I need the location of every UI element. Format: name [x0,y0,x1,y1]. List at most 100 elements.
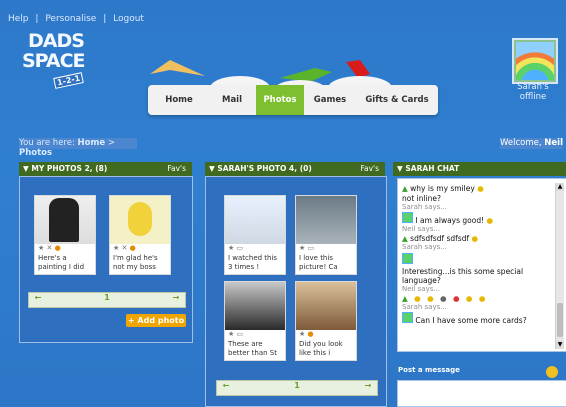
kite-orange [150,60,205,76]
photo-card[interactable]: ★ ▭ I love this picture! Ca [295,195,357,275]
brand-tag: 1-2-1 [53,72,85,89]
photo-caption: Did you look like this i [299,340,343,357]
next-page-icon[interactable]: → [361,381,375,390]
photo-image [225,282,285,330]
fav-link[interactable]: Fav's [360,162,379,176]
welcome-text: Welcome, [500,138,542,148]
comment-icon[interactable]: ● [130,244,136,252]
chevron-down-icon: ▼ [397,164,403,173]
smiley-picker-icon[interactable] [546,366,558,378]
star-icon[interactable]: ★ [228,330,234,338]
comment-icon[interactable]: ▭ [308,244,315,252]
rainbow-avatar-icon [402,312,413,323]
pirate-icon: ● [440,294,449,303]
photo-card[interactable]: ★ ▭ These are better than St [224,281,286,361]
tab-mail[interactable]: Mail [208,85,256,115]
star-icon[interactable]: ★ [299,244,305,252]
rainbow-avatar-icon [402,253,413,264]
tab-gifts-cards[interactable]: Gifts & Cards [356,85,438,115]
photo-image [110,196,170,244]
message-input[interactable] [397,380,566,407]
star-icon[interactable]: ★ [113,244,119,252]
comment-icon[interactable]: ● [308,330,314,338]
star-icon[interactable]: ★ [228,244,234,252]
chevron-down-icon: ▼ [23,164,29,173]
message-text: sdfsdfsdf sdfsdf [410,234,470,243]
photo-actions: ★ ▭ [225,330,285,338]
photo-image [296,282,356,330]
portrait [49,198,79,242]
smiley-icon: ● [414,294,423,303]
panel-title: SARAH'S PHOTO 4, (0) [217,164,312,173]
delete-icon[interactable]: ✕ [122,244,128,252]
chat-message [402,253,552,266]
chat-scrollbar[interactable]: ▲ ▼ [555,183,564,349]
star-icon[interactable]: ★ [299,330,305,338]
profile-status: offline [519,92,547,102]
personalise-link[interactable]: Personalise [45,14,96,24]
tab-games[interactable]: Games [304,85,356,115]
comment-icon[interactable]: ▭ [237,330,244,338]
photo-caption: Here's a painting I did [38,254,85,271]
photo-image [225,196,285,244]
comment-icon[interactable]: ▭ [237,244,244,252]
next-page-icon[interactable]: → [169,293,183,302]
top-links: Help | Personalise | Logout [8,14,144,24]
photo-card[interactable]: ★ ✕ ● Here's a painting I did [34,195,96,275]
breadcrumb: You are here: Home > Photos [19,138,137,158]
message-text: why is my smiley [410,184,475,193]
add-photo-label: Add photo [137,316,185,325]
wink-icon: ● [427,294,436,303]
fav-link[interactable]: Fav's [167,162,186,176]
smiley-icon: ● [477,184,484,193]
scroll-down-icon[interactable]: ▼ [556,341,564,349]
logout-link[interactable]: Logout [113,14,144,24]
chat-window[interactable]: ▲ why is my smiley ● not inline? Sarah s… [397,178,566,352]
scroll-thumb[interactable] [557,303,563,337]
brand-line1: DADS [28,30,85,52]
happy-icon: ● [478,294,488,303]
emoji-row: ▲ ● ● ● ● ● ● [402,294,552,303]
breadcrumb-home[interactable]: Home [78,138,106,148]
cool-icon: ● [465,294,475,303]
smiley-icon: ● [486,216,494,225]
dadsspace-logo[interactable]: DADS SPACE 1-2-1 [20,30,102,100]
chat-message: ▲ sdfsdfsdf sdfsdf ● [402,234,552,243]
main-navigation: Home Mail Photos Games Gifts & Cards [148,85,438,115]
photo-card[interactable]: ★ ▭ I watched this 3 times ! [224,195,286,275]
breadcrumb-current: Photos [19,148,53,158]
scroll-up-icon[interactable]: ▲ [556,183,564,191]
photo-caption: I'm glad he's not my boss [113,254,158,271]
my-photos-header: ▼ MY PHOTOS 2, (8) Fav's [19,162,192,176]
chat-message: I am always good! ● [402,212,552,225]
comment-icon[interactable]: ● [55,244,61,252]
photo-card[interactable]: ★ ✕ ● I'm glad he's not my boss [109,195,171,275]
star-icon[interactable]: ★ [38,244,44,252]
separator: | [35,14,39,24]
page-number[interactable]: 1 [29,293,185,302]
message-text: Can I have some more cards? [415,316,527,325]
cartoon-face [128,202,152,236]
angry-icon: ● [452,294,462,303]
photo-caption: These are better than St [228,340,277,357]
panel-title: MY PHOTOS 2, (8) [31,164,108,173]
profile-avatar[interactable] [512,38,558,84]
speaker-label: Neil says... [402,285,441,293]
tab-home[interactable]: Home [150,85,208,115]
photo-actions: ★ ▭ [296,244,356,252]
post-message-label: Post a message [398,366,460,374]
photo-caption: I watched this 3 times ! [228,254,278,271]
separator: | [103,14,107,24]
page-number[interactable]: 1 [217,381,377,390]
photo-actions: ★ ● [296,330,356,338]
chat-message-text: Interesting...is this some special langu… [402,267,524,285]
chat-header: ▼ SARAH CHAT [393,162,566,176]
tab-photos[interactable]: Photos [256,85,304,115]
breadcrumb-sep: > [107,138,115,148]
add-photo-button[interactable]: + Add photo [126,314,186,327]
photo-card[interactable]: ★ ● Did you look like this i [295,281,357,361]
sarah-photos-header: ▼ SARAH'S PHOTO 4, (0) Fav's [205,162,385,176]
delete-icon[interactable]: ✕ [47,244,53,252]
breadcrumb-prefix: You are here: [19,138,75,148]
help-link[interactable]: Help [8,14,29,24]
